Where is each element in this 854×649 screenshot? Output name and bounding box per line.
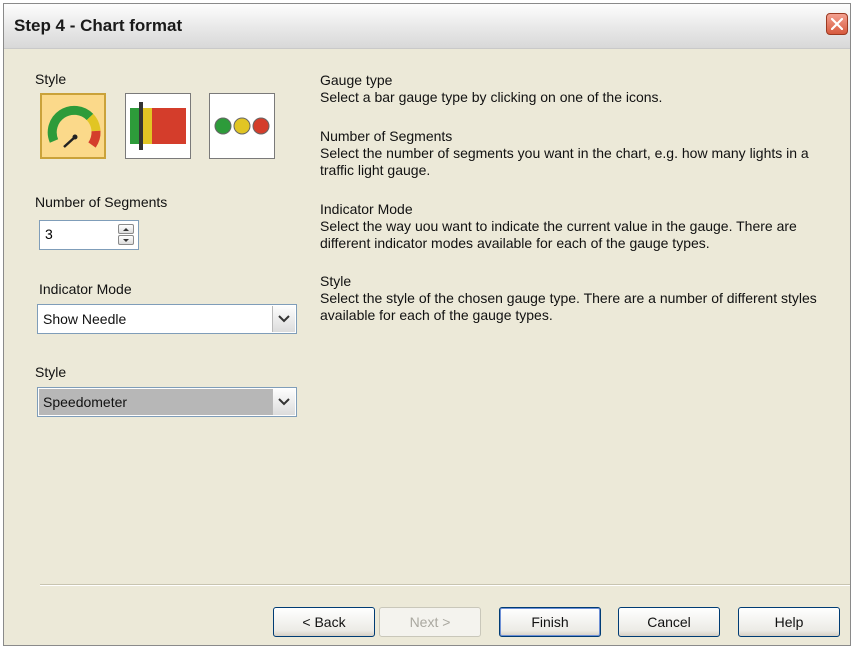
close-button[interactable]: [826, 13, 848, 35]
help-number-of-segments: Number of Segments Select the number of …: [320, 128, 840, 179]
traffic-light-gauge-icon: [214, 117, 270, 135]
style-label: Style: [35, 71, 67, 87]
help-text: Select the style of the chosen gauge typ…: [320, 290, 817, 323]
indicator-mode-value: Show Needle: [43, 311, 127, 327]
chevron-up-icon: [123, 228, 129, 231]
segments-stepper[interactable]: 3: [39, 220, 139, 250]
indicator-mode-select[interactable]: Show Needle: [37, 304, 297, 334]
chevron-down-icon: [123, 239, 129, 242]
bar-gauge-icon: [130, 102, 186, 150]
close-icon: [831, 18, 843, 30]
help-gauge-type: Gauge type Select a bar gauge type by cl…: [320, 72, 840, 106]
help-heading: Style: [320, 273, 352, 289]
chart-format-dialog: Step 4 - Chart format Style Number of Se…: [3, 3, 851, 646]
help-text: Select a bar gauge type by clicking on o…: [320, 89, 663, 105]
segments-label: Number of Segments: [35, 194, 168, 210]
help-text: Select the number of segments you want i…: [320, 145, 809, 178]
help-text: Select the way uou want to indicate the …: [320, 218, 797, 251]
finish-button[interactable]: Finish: [499, 607, 601, 637]
help-style: Style Select the style of the chosen gau…: [320, 273, 840, 324]
spin-up-button[interactable]: [118, 224, 134, 234]
help-heading: Number of Segments: [320, 128, 453, 144]
back-button[interactable]: < Back: [273, 607, 375, 637]
footer-separator: [40, 584, 850, 586]
cancel-button[interactable]: Cancel: [618, 607, 720, 637]
help-button[interactable]: Help: [738, 607, 840, 637]
next-button[interactable]: Next >: [379, 607, 481, 637]
style-select-label: Style: [35, 364, 67, 380]
speedometer-gauge-icon: [47, 105, 101, 148]
speedometer-gauge-button[interactable]: [40, 93, 106, 159]
help-indicator-mode: Indicator Mode Select the way uou want t…: [320, 201, 840, 252]
segments-value: 3: [45, 226, 53, 242]
style-dropdown-button[interactable]: [272, 389, 295, 415]
title-bar[interactable]: Step 4 - Chart format: [4, 4, 850, 49]
indicator-mode-label: Indicator Mode: [39, 281, 132, 297]
chevron-down-icon: [278, 315, 290, 323]
help-heading: Indicator Mode: [320, 201, 413, 217]
dialog-title: Step 4 - Chart format: [14, 16, 183, 35]
style-select-value: Speedometer: [43, 394, 128, 410]
bar-gauge-button[interactable]: [125, 93, 191, 159]
style-select[interactable]: Speedometer: [37, 387, 297, 417]
traffic-light-gauge-button[interactable]: [209, 93, 275, 159]
chevron-down-icon: [278, 398, 290, 406]
spin-down-button[interactable]: [118, 235, 134, 245]
indicator-mode-dropdown-button[interactable]: [272, 306, 295, 332]
help-heading: Gauge type: [320, 72, 393, 88]
